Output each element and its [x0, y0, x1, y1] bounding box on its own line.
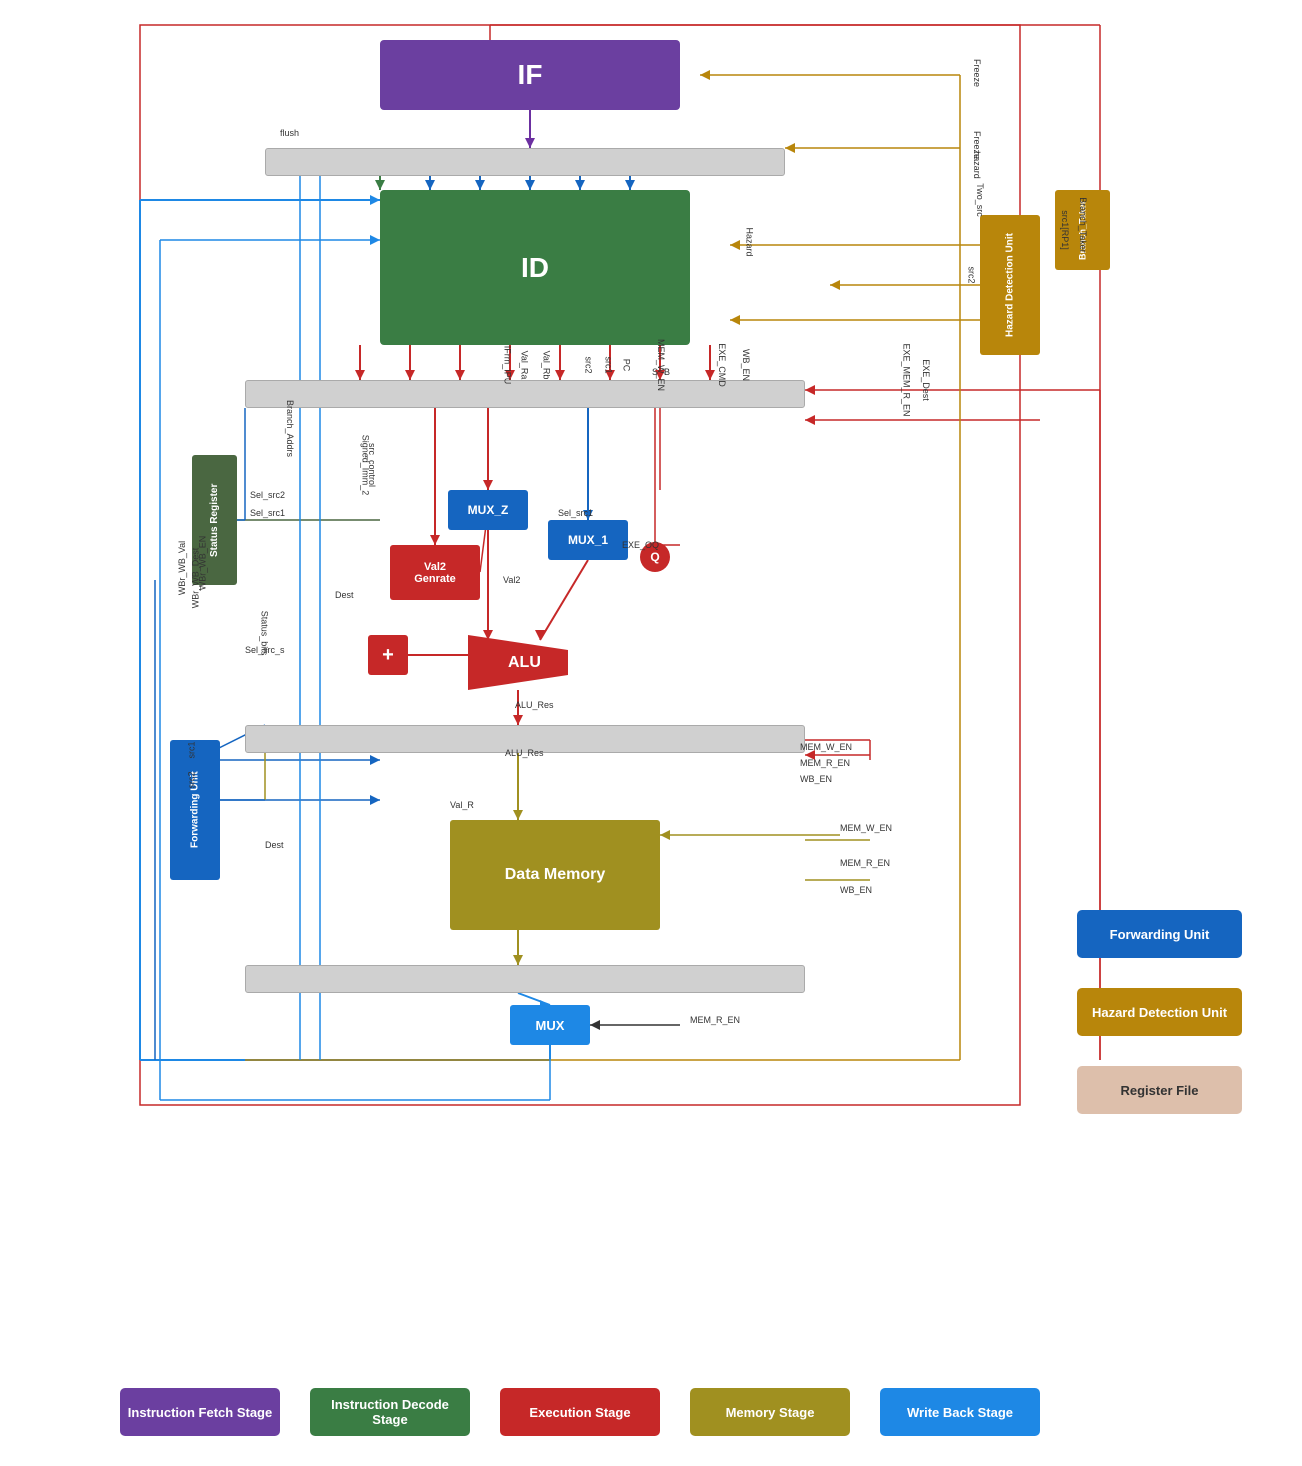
- legend-decode: Instruction Decode Stage: [310, 1388, 470, 1436]
- if-id-register: [265, 148, 785, 176]
- freeze-label-1: Freeze: [972, 59, 982, 87]
- hazard-detection-block: Hazard Detection Unit: [980, 215, 1040, 355]
- plus-label: +: [382, 644, 394, 667]
- flush-label: flush: [280, 128, 299, 138]
- dest-label-2: Dest: [265, 840, 284, 850]
- branch-addrs-label: Branch_Addrs: [285, 400, 295, 457]
- src1-label: src1: [187, 741, 197, 758]
- bottom-legend: Instruction Fetch Stage Instruction Deco…: [120, 1388, 1040, 1436]
- src2-id-label: src2: [584, 356, 594, 373]
- wb-mux-block: MUX: [510, 1005, 590, 1045]
- ipu-label: IFrm_IPU: [502, 346, 512, 385]
- exe-oq-label: EXE_OQ: [622, 540, 659, 550]
- mem-w-en-id-label: MEM_W_EN: [656, 339, 666, 391]
- wb-en-label-1: WB_EN: [741, 349, 751, 381]
- svg-text:ALU: ALU: [508, 654, 541, 671]
- mux-z-label: MUX_Z: [468, 503, 509, 517]
- right-legend: Forwarding Unit Hazard Detection Unit Re…: [1077, 910, 1242, 1114]
- right-legend-forwarding: Forwarding Unit: [1077, 910, 1242, 958]
- id-label: ID: [521, 252, 549, 284]
- sel-src1-ex-label: Sel_src1: [558, 508, 593, 518]
- legend-writeback-label: Write Back Stage: [907, 1405, 1013, 1420]
- right-legend-hazard-box: Hazard Detection Unit: [1077, 988, 1242, 1036]
- wbr-wb-en-label: WBr_WB_EN: [197, 536, 207, 591]
- src1-right-label: src1[RP1]: [1060, 210, 1070, 250]
- mem-r-en-label-2: MEM_R_EN: [690, 1015, 740, 1025]
- mem-w-en-label: MEM_W_EN: [840, 823, 892, 833]
- mem-r-en-ex-label: MEM_R_EN: [800, 758, 850, 768]
- wbr-wb-val-label: WBr_WB_Val: [177, 541, 187, 595]
- b-flag-label: B: [664, 367, 670, 377]
- mem-w-en-ex-label: MEM_W_EN: [800, 742, 852, 752]
- legend-memory: Memory Stage: [690, 1388, 850, 1436]
- mem-r-en-label-1: MEM_R_EN: [840, 858, 890, 868]
- plus-block: +: [368, 635, 408, 675]
- right-legend-regfile-label: Register File: [1120, 1083, 1198, 1098]
- legend-fetch-label: Instruction Fetch Stage: [128, 1405, 272, 1420]
- src2-right-label: src2: [967, 266, 977, 283]
- legend-writeback: Write Back Stage: [880, 1388, 1040, 1436]
- val-ra-label: Val_Ra: [519, 351, 529, 380]
- legend-writeback-box: Write Back Stage: [880, 1388, 1040, 1436]
- id-block: ID: [380, 190, 690, 345]
- right-legend-hazard: Hazard Detection Unit: [1077, 988, 1242, 1036]
- legend-execute-box: Execution Stage: [500, 1388, 660, 1436]
- pc-label: PC: [621, 359, 631, 372]
- right-legend-forwarding-box: Forwarding Unit: [1077, 910, 1242, 958]
- hazard-label: hazard: [972, 151, 982, 179]
- wb-en-ex-label: WB_EN: [800, 774, 832, 784]
- sel-src2-label: Sel_src2: [250, 490, 285, 500]
- sel-src1-label: Sel_src1: [250, 508, 285, 518]
- mem-wb-register: [245, 965, 805, 993]
- sel-src-s-label: Sel_src_s: [245, 645, 285, 655]
- data-mem-label: Data Memory: [505, 866, 605, 884]
- branch-taker-label-text: Branch_Taker: [1078, 197, 1088, 253]
- right-legend-forwarding-label: Forwarding Unit: [1110, 927, 1210, 942]
- alu-block: ALU: [468, 635, 568, 690]
- mux-1-block: MUX_1: [548, 520, 628, 560]
- val2-gen-label: Val2 Genrate: [414, 561, 456, 585]
- legend-execute-label: Execution Stage: [529, 1405, 630, 1420]
- src1-id-label: src1: [604, 356, 614, 373]
- diagram-container: IF ID MUX_Z MUX_1 Val2 Genrate + ALU Dat…: [0, 0, 1302, 1466]
- status-reg-label: Status Register: [209, 483, 220, 556]
- legend-decode-label: Instruction Decode Stage: [315, 1397, 465, 1427]
- if-label: IF: [518, 59, 543, 91]
- two-src-label: Two_src: [975, 183, 985, 217]
- right-legend-hazard-label: Hazard Detection Unit: [1092, 1005, 1227, 1020]
- alu-res-bar-label: ALU_Res: [505, 748, 544, 758]
- wb-mux-label: MUX: [536, 1018, 565, 1033]
- s-flag-label: S: [652, 367, 658, 377]
- forwarding-unit-block: Forwarding Unit: [170, 740, 220, 880]
- legend-memory-box: Memory Stage: [690, 1388, 850, 1436]
- legend-decode-box: Instruction Decode Stage: [310, 1388, 470, 1436]
- legend-memory-label: Memory Stage: [726, 1405, 815, 1420]
- alu-res-label: ALU_Res: [515, 700, 554, 710]
- exe-cmd-label: EXE_CMD: [717, 343, 727, 387]
- right-legend-regfile: Register File: [1077, 1066, 1242, 1114]
- data-mem-block: Data Memory: [450, 820, 660, 930]
- val2-gen-block: Val2 Genrate: [390, 545, 480, 600]
- q-label: Q: [650, 550, 659, 564]
- val-rb-label: Val_Rb: [541, 351, 551, 380]
- val-r-label: Val_R: [450, 800, 474, 810]
- wb-en-label-2: WB_EN: [840, 885, 872, 895]
- src-control-label: src_control: [367, 443, 377, 487]
- mux-1-label: MUX_1: [568, 533, 608, 547]
- mux-z-block: MUX_Z: [448, 490, 528, 530]
- if-block: IF: [380, 40, 680, 110]
- dest-label-1: Dest: [335, 590, 354, 600]
- src2-label: src2: [187, 771, 197, 788]
- val2-label: Val2: [503, 575, 520, 585]
- legend-fetch: Instruction Fetch Stage: [120, 1388, 280, 1436]
- legend-fetch-box: Instruction Fetch Stage: [120, 1388, 280, 1436]
- legend-execute: Execution Stage: [500, 1388, 660, 1436]
- right-legend-regfile-box: Register File: [1077, 1066, 1242, 1114]
- exe-mem-r-en-label: EXE_MEM_R_EN: [902, 343, 912, 416]
- exe-dest-label: EXE_Dest: [921, 359, 931, 401]
- hazard-detection-label: Hazard Detection Unit: [1005, 233, 1016, 337]
- hazard-right-label: Hazard: [745, 227, 755, 256]
